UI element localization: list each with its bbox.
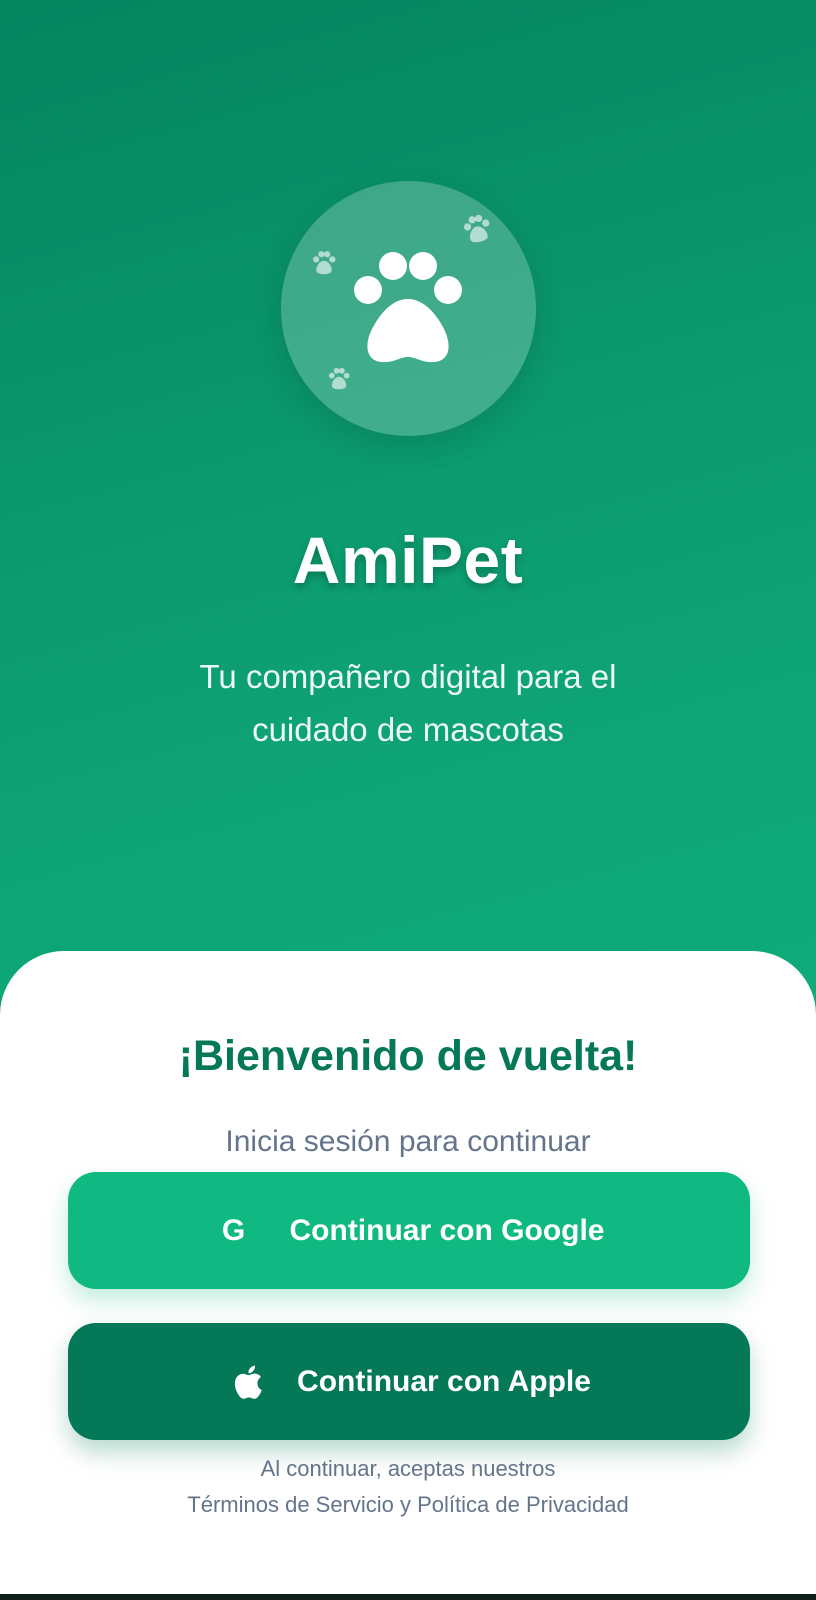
apple-icon [227, 1362, 267, 1402]
google-signin-button[interactable]: G Continuar con Google [68, 1172, 750, 1289]
apple-signin-button[interactable]: Continuar con Apple [68, 1323, 750, 1440]
app-logo [281, 181, 536, 436]
login-sheet: ¡Bienvenido de vuelta! Inicia sesión par… [0, 951, 816, 1600]
terms-link[interactable]: Términos de Servicio y Política de Priva… [0, 1487, 816, 1523]
small-paw-icon [328, 367, 350, 390]
legal-line: Al continuar, aceptas nuestros [260, 1456, 556, 1481]
paw-icon [354, 252, 462, 363]
small-paw-icon [313, 251, 336, 275]
small-paw-icon [463, 214, 490, 243]
legal-notice: Al continuar, aceptas nuestros Términos … [0, 1451, 816, 1523]
apple-button-label: Continuar con Apple [297, 1364, 591, 1398]
app-subtitle: Tu compañero digital para el cuidado de … [199, 658, 617, 748]
system-nav-bar [0, 1594, 816, 1600]
welcome-heading: ¡Bienvenido de vuelta! [178, 1032, 638, 1080]
hero-section: AmiPet Tu compañero digital para el cuid… [0, 0, 816, 960]
login-screen: AmiPet Tu compañero digital para el cuid… [0, 0, 816, 1600]
login-prompt: Inicia sesión para continuar [225, 1125, 591, 1158]
google-icon: G [221, 1213, 246, 1247]
app-title: AmiPet [292, 523, 524, 597]
google-button-label: Continuar con Google [289, 1213, 605, 1247]
